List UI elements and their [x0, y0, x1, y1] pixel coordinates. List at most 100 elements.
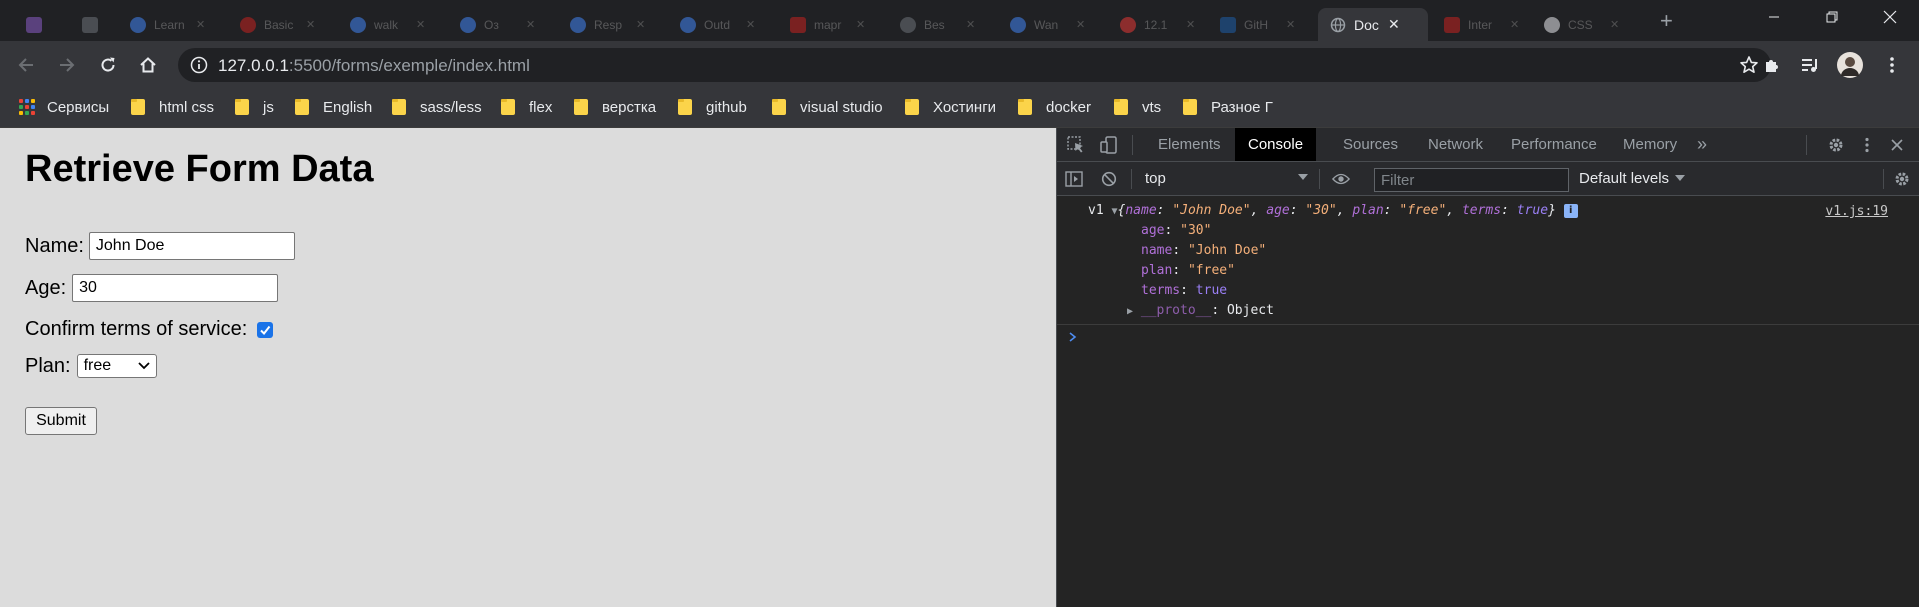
bookmark-folder[interactable]: github — [678, 95, 747, 119]
console-prompt[interactable] — [1069, 329, 1077, 345]
expand-triangle-right-icon[interactable]: ▶ — [1127, 306, 1133, 317]
browser-tab[interactable]: 12.1 ✕ — [1108, 8, 1217, 41]
devtools-tab-network[interactable]: Network — [1415, 128, 1496, 161]
restore-button[interactable] — [1803, 0, 1861, 34]
browser-tab[interactable]: walk ✕ — [338, 8, 447, 41]
more-tabs-button[interactable]: » — [1684, 128, 1720, 161]
extensions-button[interactable] — [1758, 51, 1786, 79]
source-link[interactable]: v1.js:19 — [1825, 204, 1888, 219]
bookmark-folder[interactable]: vts — [1114, 95, 1161, 119]
devtools-tab-elements[interactable]: Elements — [1145, 128, 1234, 161]
devtools-tab-performance[interactable]: Performance — [1498, 128, 1610, 161]
back-button[interactable] — [12, 51, 40, 79]
bookmark-folder[interactable]: html css — [131, 95, 214, 119]
bookmark-apps[interactable]: Сервисы — [19, 95, 109, 119]
object-proto-property[interactable]: ▶ __proto__: Object — [1127, 303, 1274, 318]
bookmarks-bar: Сервисы html css js English sass/less fl… — [0, 88, 1919, 128]
console-filter-input[interactable]: Filter — [1374, 168, 1569, 192]
close-icon[interactable]: ✕ — [746, 18, 755, 31]
bookmark-folder[interactable]: Разное Г — [1183, 95, 1273, 119]
address-bar[interactable]: 127.0.0.1:5500/forms/exemple/index.html — [178, 48, 1771, 82]
browser-tab[interactable]: Bes ✕ — [888, 8, 997, 41]
log-levels-label: Default levels — [1579, 170, 1670, 187]
close-icon[interactable]: ✕ — [636, 18, 645, 31]
bookmark-folder[interactable]: English — [295, 95, 372, 119]
console-settings-gear-icon[interactable] — [1893, 170, 1911, 188]
context-selector[interactable]: top — [1145, 170, 1166, 187]
devtools-tab-memory[interactable]: Memory — [1610, 128, 1690, 161]
age-input[interactable] — [72, 274, 279, 302]
console-log-entry[interactable]: v1 ▼{name: "John Doe", age: "30", plan: … — [1088, 203, 1578, 218]
tab-title: Bes — [924, 17, 945, 32]
close-icon[interactable]: ✕ — [306, 18, 315, 31]
browser-tab-active[interactable]: Doc ✕ — [1318, 8, 1428, 41]
new-tab-button[interactable]: + — [1660, 10, 1673, 32]
browser-tab[interactable]: Wan ✕ — [998, 8, 1107, 41]
bookmark-star-icon[interactable] — [1739, 55, 1759, 80]
plan-select-value: free — [83, 357, 112, 374]
home-button[interactable] — [134, 51, 162, 79]
browser-tab[interactable]: mapr ✕ — [778, 8, 887, 41]
browser-tab[interactable] — [14, 8, 68, 41]
settings-gear-icon[interactable] — [1827, 136, 1845, 154]
clear-console-icon[interactable] — [1100, 170, 1118, 188]
devtools-tab-sources[interactable]: Sources — [1330, 128, 1411, 161]
device-toolbar-icon[interactable] — [1100, 136, 1118, 154]
close-icon[interactable]: ✕ — [526, 18, 535, 31]
tab-title: Outd — [704, 17, 731, 32]
browser-tab[interactable]: Resp ✕ — [558, 8, 667, 41]
browser-tab[interactable]: CSS ✕ — [1532, 8, 1652, 41]
browser-tab[interactable]: Оз ✕ — [448, 8, 557, 41]
more-vert-icon[interactable] — [1858, 136, 1876, 154]
browser-tab[interactable]: Outd ✕ — [668, 8, 777, 41]
bookmark-folder[interactable]: js — [235, 95, 274, 119]
info-icon[interactable] — [190, 56, 208, 79]
sidebar-toggle-icon[interactable] — [1065, 170, 1083, 188]
bookmark-folder[interactable]: sass/less — [392, 95, 482, 119]
folder-icon — [392, 99, 406, 115]
age-row: Age: — [25, 274, 279, 302]
close-icon[interactable]: ✕ — [1186, 18, 1195, 31]
minimize-button[interactable] — [1745, 0, 1803, 34]
terms-checkbox[interactable] — [257, 321, 274, 338]
bookmark-folder[interactable]: docker — [1018, 95, 1091, 119]
close-icon[interactable]: ✕ — [1610, 18, 1619, 31]
profile-avatar[interactable] — [1836, 51, 1864, 79]
close-window-button[interactable] — [1861, 0, 1919, 34]
close-icon[interactable]: ✕ — [1510, 18, 1519, 31]
close-icon[interactable]: ✕ — [1076, 18, 1085, 31]
close-icon[interactable]: ✕ — [1286, 18, 1295, 31]
browser-tab[interactable]: Basic ✕ — [228, 8, 337, 41]
caret-down-icon[interactable] — [1298, 174, 1308, 180]
close-icon[interactable]: ✕ — [966, 18, 975, 31]
browser-tab[interactable]: GitH ✕ — [1208, 8, 1317, 41]
close-devtools-icon[interactable] — [1888, 136, 1906, 154]
close-tab-icon[interactable]: ✕ — [1388, 16, 1400, 33]
devtools-tab-console[interactable]: Console — [1235, 128, 1317, 161]
bookmark-folder[interactable]: верстка — [574, 95, 656, 119]
browser-tab[interactable] — [70, 8, 124, 41]
plan-select[interactable]: free — [76, 354, 157, 378]
tab-title: 12.1 — [1144, 17, 1168, 32]
info-badge-icon[interactable]: i — [1563, 203, 1578, 218]
browser-menu-button[interactable] — [1878, 51, 1906, 79]
close-icon[interactable]: ✕ — [416, 18, 425, 31]
devtools-panel: Elements Console Sources Network Perform… — [1056, 128, 1919, 607]
inspect-element-icon[interactable] — [1067, 136, 1085, 154]
close-icon[interactable]: ✕ — [856, 18, 865, 31]
bookmark-folder[interactable]: flex — [501, 95, 552, 119]
media-control-button[interactable] — [1796, 51, 1824, 79]
live-expression-eye-icon[interactable] — [1332, 170, 1350, 188]
bookmark-folder[interactable]: Хостинги — [905, 95, 996, 119]
name-input[interactable] — [88, 232, 295, 260]
bookmark-folder[interactable]: visual studio — [772, 95, 883, 119]
bookmark-label: vts — [1142, 98, 1162, 116]
browser-tab[interactable]: Learn ✕ — [118, 8, 227, 41]
close-icon[interactable]: ✕ — [196, 18, 205, 31]
browser-tab[interactable]: Inter ✕ — [1432, 8, 1541, 41]
reload-button[interactable] — [94, 51, 122, 79]
forward-button[interactable] — [53, 51, 81, 79]
submit-button[interactable]: Submit — [25, 407, 97, 435]
log-levels-dropdown[interactable]: Default levels — [1579, 170, 1686, 187]
bookmark-label: visual studio — [800, 98, 883, 116]
